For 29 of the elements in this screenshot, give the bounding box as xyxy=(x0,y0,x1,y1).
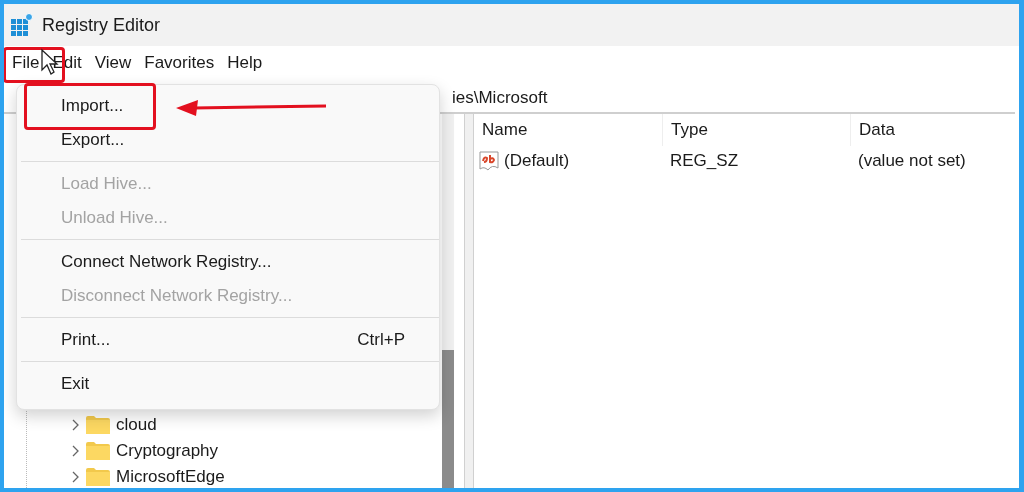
menu-item[interactable]: Import... xyxy=(17,89,439,123)
column-header[interactable]: Type xyxy=(662,114,850,146)
chevron-icon[interactable] xyxy=(72,419,80,431)
shortcut-label: Ctrl+P xyxy=(357,330,405,350)
chevron-icon[interactable] xyxy=(72,471,80,483)
tree-item[interactable]: cloud xyxy=(116,415,157,435)
menu-item[interactable]: Exit xyxy=(17,367,439,401)
menu-item[interactable]: Print... Ctrl+P xyxy=(17,323,439,357)
window-title: Registry Editor xyxy=(42,14,161,36)
table-cell: (Default) xyxy=(504,151,570,171)
folder-icon xyxy=(86,442,110,460)
string-value-icon xyxy=(478,150,502,172)
registry-icon xyxy=(10,13,34,37)
tree-item[interactable]: Cryptography xyxy=(116,441,219,461)
column-header[interactable]: Data xyxy=(850,114,1019,146)
column-header[interactable]: Name xyxy=(474,114,662,146)
address-path: ies\Microsoft xyxy=(452,88,548,108)
folder-icon xyxy=(86,468,110,486)
folder-icon xyxy=(86,416,110,434)
table-cell: REG_SZ xyxy=(670,151,739,170)
chevron-icon[interactable] xyxy=(72,445,80,457)
tree-item[interactable]: MicrosoftEdge xyxy=(116,467,225,487)
scrollbar[interactable] xyxy=(442,114,454,488)
menu-item[interactable]: Export... xyxy=(17,123,439,157)
menu-bar-item[interactable]: Help xyxy=(223,53,272,73)
menu-bar-item[interactable]: Favorites xyxy=(140,53,224,73)
menu-item[interactable]: Connect Network Registry... xyxy=(17,245,439,279)
table-cell: (value not set) xyxy=(858,151,966,170)
menu-bar-item[interactable]: View xyxy=(90,53,141,73)
